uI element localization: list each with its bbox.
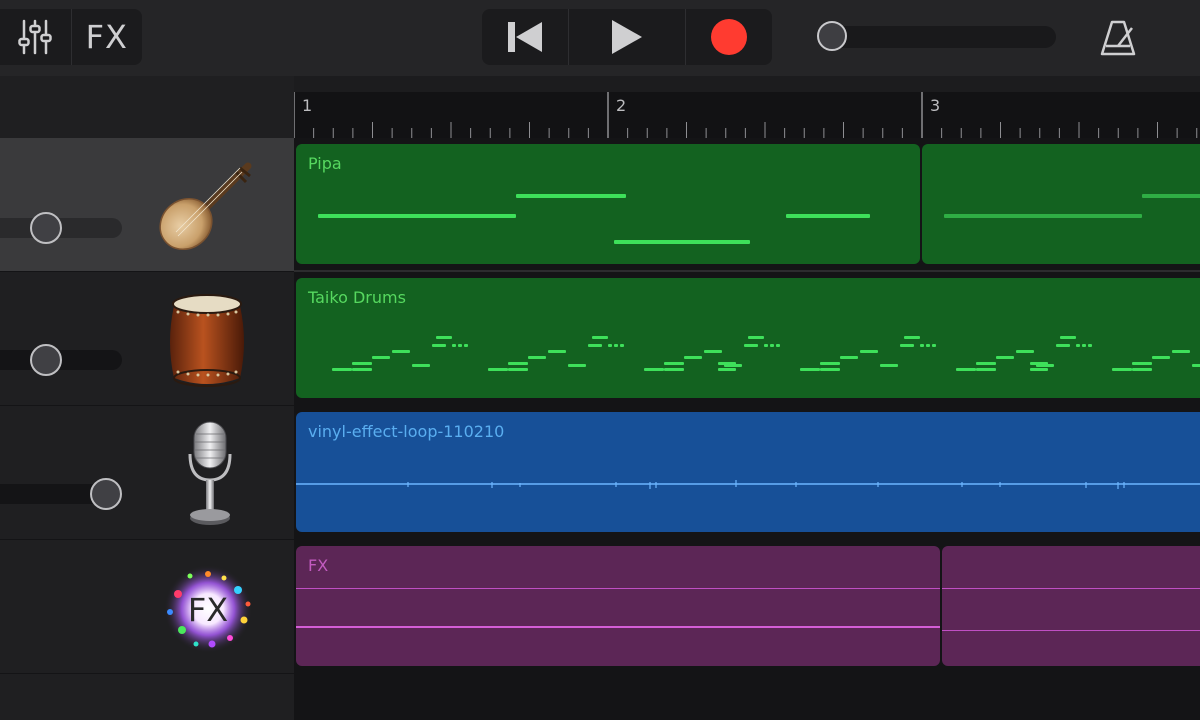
region-fx-loop[interactable] [942,546,1200,666]
mixer-button[interactable] [0,9,71,65]
record-button[interactable] [685,9,772,65]
track-header-audio-recorder[interactable] [0,406,294,540]
volume-knob[interactable] [30,344,62,376]
tracks-area[interactable]: Pipa Taiko Drums vinyl-effect-loop-11021… [294,138,1200,720]
go-to-beginning-button[interactable] [482,9,568,65]
pipa-icon [159,162,252,251]
region-pipa[interactable]: Pipa [296,144,920,264]
region-vinyl-loop[interactable]: vinyl-effect-loop-110210 [296,412,1200,532]
audio-waveform [296,480,1200,489]
region-title: Taiko Drums [308,288,406,307]
region-taiko-drums[interactable]: Taiko Drums [296,278,1200,398]
skip-back-icon [508,22,542,52]
track-header-taiko-drums[interactable] [0,272,294,406]
region-pipa-loop[interactable] [922,144,1200,264]
timeline-ruler[interactable]: 1 2 3 [294,92,1200,138]
region-title: FX [308,556,329,575]
record-icon [711,19,747,55]
fx-burst-label: FX [188,591,228,629]
microphone-icon [188,421,232,525]
ruler-ticks [294,92,1198,138]
play-button[interactable] [568,9,685,65]
song-position-slider[interactable] [818,26,1056,48]
volume-knob[interactable] [30,212,62,244]
play-icon [612,20,642,54]
taiko-drum-icon [170,294,244,387]
mixer-sliders-icon [18,19,52,55]
fx-burst-icon: FX [164,565,252,653]
volume-knob[interactable] [90,478,122,510]
transport-controls [482,9,772,65]
fx-button-label: FX [85,18,128,56]
toolbar: FX [0,0,1200,76]
track-header-pipa[interactable] [0,138,294,272]
ruler-spacer [0,76,294,138]
song-position-knob[interactable] [817,21,847,51]
region-title: Pipa [308,154,342,173]
fx-button[interactable]: FX [70,9,143,65]
metronome-icon[interactable] [1098,18,1138,58]
left-tool-group: FX [0,9,142,65]
region-fx[interactable]: FX [296,546,940,666]
track-header-fx[interactable]: FX [0,540,294,674]
header-filler [0,674,294,720]
